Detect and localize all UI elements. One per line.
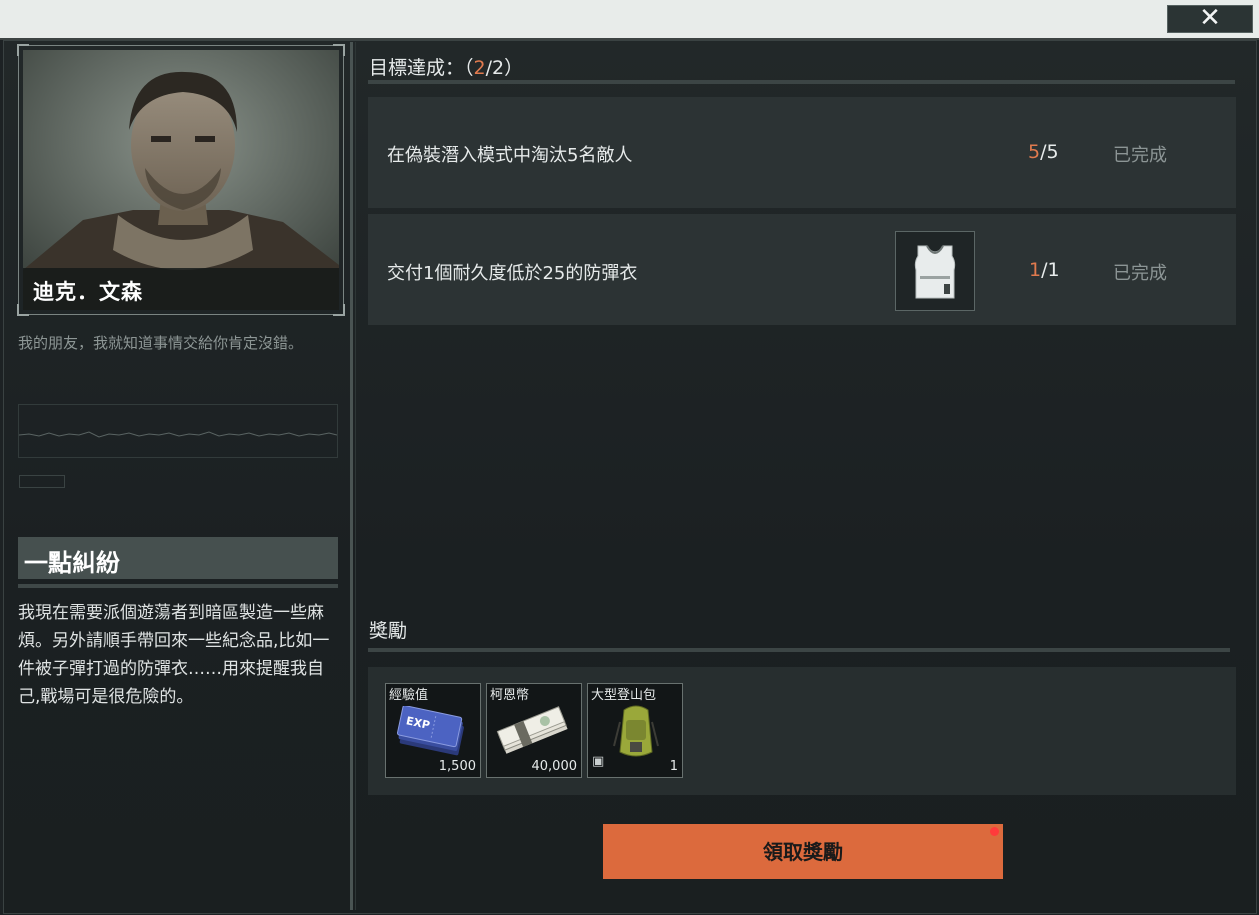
portrait-frame: 迪克．文森 bbox=[17, 44, 345, 316]
objectives-progress-total: /2） bbox=[485, 57, 524, 79]
reward-name: 大型登山包 bbox=[591, 688, 657, 703]
reward-qty: 40,000 bbox=[531, 759, 578, 774]
reward-qty: 1,500 bbox=[438, 759, 476, 774]
objective-progress-total: /5 bbox=[1040, 141, 1059, 163]
exp-ticket-icon: EXP bbox=[396, 706, 464, 756]
reward-card-exp[interactable]: 經驗值 EXP 1,500 bbox=[385, 683, 481, 778]
objectives-progress-done: 2 bbox=[473, 57, 486, 79]
title-bar: ✕ bbox=[0, 0, 1259, 40]
objective-progress-done: 1 bbox=[1029, 259, 1042, 281]
rewards-label: 獎勵 bbox=[369, 620, 408, 642]
objectives-underline bbox=[368, 80, 1235, 84]
objective-text: 交付1個耐久度低於25的防彈衣 bbox=[387, 263, 638, 284]
mission-description: 我現在需要派個遊蕩者到暗區製造一些麻煩。另外請順手帶回來一些紀念品,比如一件被子… bbox=[18, 603, 330, 707]
close-button[interactable]: ✕ bbox=[1167, 5, 1253, 33]
box-icon: ▣ bbox=[592, 754, 605, 769]
rewards-underline bbox=[368, 648, 1230, 652]
waveform-decoration bbox=[18, 404, 338, 458]
objectives-label: 目標達成： bbox=[369, 57, 465, 79]
objective-progress: 1/1 bbox=[1029, 259, 1060, 281]
mission-title: 一點糾紛 bbox=[24, 549, 120, 577]
objective-row: 在偽裝潛入模式中淘汰5名敵人 5/5 已完成 bbox=[368, 97, 1236, 208]
panel-divider-thin bbox=[355, 42, 356, 910]
claim-reward-button[interactable]: 領取獎勵 bbox=[603, 824, 1003, 879]
objectives-header: 目標達成：（2/2） bbox=[369, 53, 523, 80]
npc-panel: 迪克．文森 我的朋友，我就知道事情交給你肯定沒錯。 一點糾紛 我現在需要派個遊蕩… bbox=[5, 42, 349, 910]
rewards-panel: 經驗值 EXP 1,500 柯恩幣 40,000 大型登山包 ▣ 1 bbox=[368, 667, 1236, 795]
objective-text: 在偽裝潛入模式中淘汰5名敵人 bbox=[387, 145, 633, 166]
close-icon: ✕ bbox=[1199, 3, 1221, 33]
mission-title-underline bbox=[18, 584, 338, 588]
vest-icon[interactable] bbox=[895, 231, 975, 311]
reward-card-coins[interactable]: 柯恩幣 40,000 bbox=[486, 683, 582, 778]
panel-divider bbox=[350, 42, 353, 910]
objective-progress: 5/5 bbox=[1028, 141, 1059, 163]
reward-qty: 1 bbox=[669, 759, 678, 774]
objectives-progress-open: （ bbox=[464, 57, 474, 79]
objective-row: 交付1個耐久度低於25的防彈衣 1/1 已完成 bbox=[368, 214, 1236, 325]
objective-status: 已完成 bbox=[1113, 263, 1167, 284]
npc-quote: 我的朋友，我就知道事情交給你肯定沒錯。 bbox=[18, 334, 304, 352]
reward-card-backpack[interactable]: 大型登山包 ▣ 1 bbox=[587, 683, 683, 778]
objective-progress-done: 5 bbox=[1028, 141, 1041, 163]
npc-name-bar: 迪克．文森 bbox=[23, 268, 339, 310]
objective-status: 已完成 bbox=[1113, 145, 1167, 166]
notification-dot bbox=[990, 827, 999, 836]
cash-stack-icon bbox=[496, 706, 568, 754]
npc-name: 迪克．文森 bbox=[33, 280, 143, 304]
reward-name: 經驗值 bbox=[389, 688, 429, 703]
mission-title-bar: 一點糾紛 bbox=[18, 537, 338, 579]
objective-progress-total: /1 bbox=[1041, 259, 1060, 281]
reward-name: 柯恩幣 bbox=[490, 688, 530, 703]
decoration-chip bbox=[19, 475, 65, 488]
backpack-icon bbox=[613, 705, 659, 757]
